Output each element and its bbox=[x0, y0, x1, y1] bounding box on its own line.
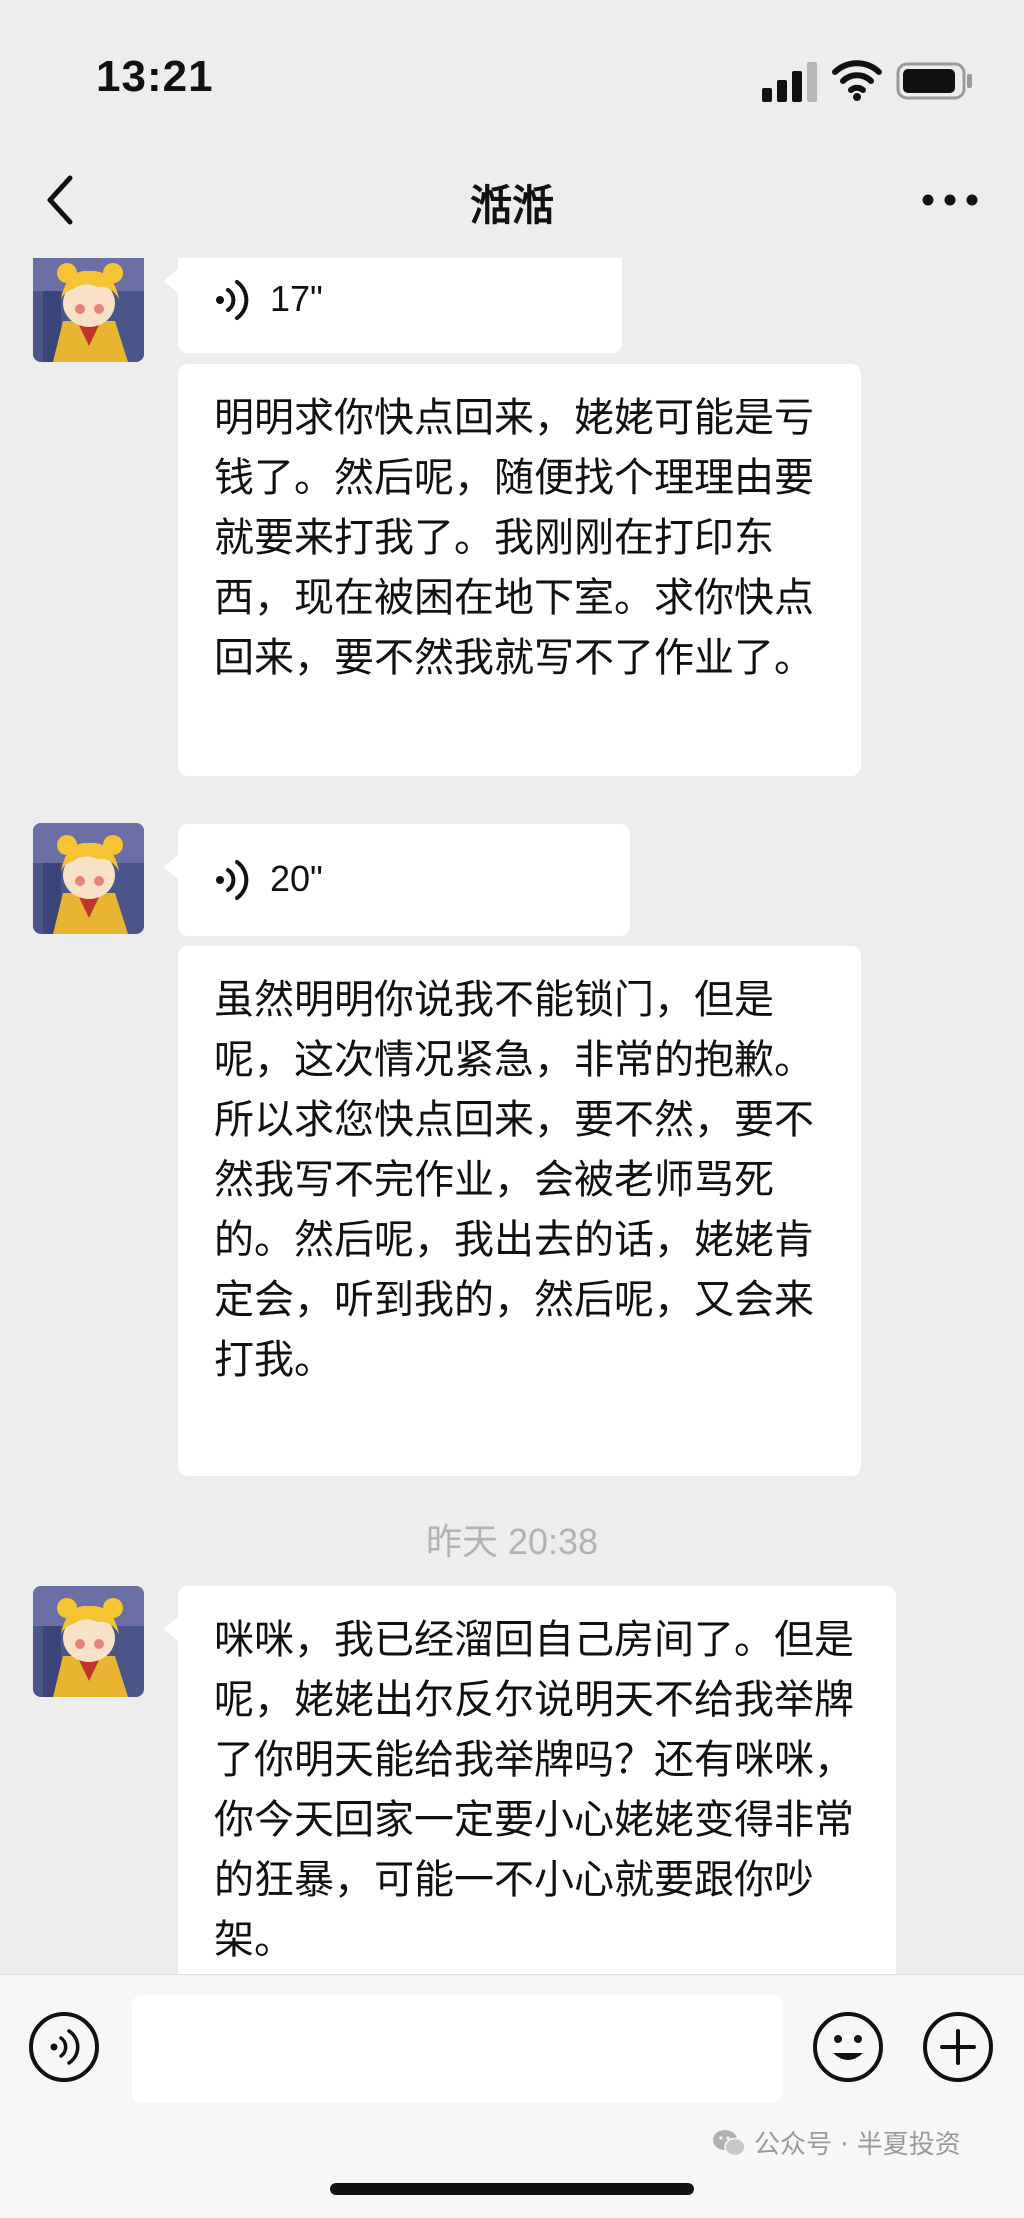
timestamp: 昨天 20:38 bbox=[425, 1521, 599, 1562]
text-message-bubble[interactable]: 虽然明明你说我不能锁门，但是呢，这次情况紧急，非常的抱歉。所以求您快点回来，要不… bbox=[178, 946, 861, 1476]
text-message-bubble[interactable]: 明明求你快点回来，姥姥可能是亏钱了。然后呢，随便找个理理由要就要来打我了。我刚刚… bbox=[178, 364, 861, 776]
nav-bar: 湉湉 bbox=[0, 150, 1024, 258]
voice-input-icon[interactable] bbox=[28, 2011, 100, 2083]
voice-wave-icon bbox=[216, 280, 249, 320]
voice-duration: 17" bbox=[270, 278, 323, 319]
home-indicator bbox=[330, 2183, 694, 2195]
chat-title: 湉湉 bbox=[469, 181, 554, 230]
message-text: 咪咪，我已经溜回自己房间了。但是呢，姥姥出尔反尔说明天不给我举牌了你明天能给我举… bbox=[214, 1617, 854, 1963]
voice-message-bubble[interactable]: 17" bbox=[164, 258, 622, 353]
cellular-signal-icon bbox=[762, 62, 817, 102]
avatar[interactable] bbox=[33, 258, 144, 362]
avatar[interactable] bbox=[33, 823, 144, 934]
status-bar: 13:21 bbox=[0, 0, 1024, 150]
battery-icon bbox=[896, 62, 972, 100]
avatar-image bbox=[33, 258, 144, 362]
plus-icon[interactable] bbox=[922, 2011, 994, 2083]
voice-wave-icon bbox=[216, 860, 249, 900]
voice-message-bubble[interactable]: 20" bbox=[164, 824, 630, 936]
wechat-icon bbox=[713, 2129, 746, 2156]
voice-duration: 20" bbox=[270, 858, 323, 899]
avatar-image bbox=[33, 1586, 144, 1697]
input-bar bbox=[0, 1974, 1024, 2218]
text-message-bubble[interactable]: 咪咪，我已经溜回自己房间了。但是呢，姥姥出尔反尔说明天不给我举牌了你明天能给我举… bbox=[164, 1586, 896, 1974]
status-time: 13:21 bbox=[96, 52, 214, 101]
wifi-icon bbox=[832, 60, 882, 101]
emoji-icon[interactable] bbox=[812, 2011, 884, 2083]
watermark-text: 公众号 · 半夏投资 bbox=[754, 2130, 961, 2160]
chat-messages: 17" 明明求你快点回来，姥姥可能是亏钱了。然后呢，随便找个理理由要就要来打我了… bbox=[0, 258, 1024, 1974]
avatar-image bbox=[33, 823, 144, 934]
message-input[interactable] bbox=[132, 1995, 782, 2103]
avatar[interactable] bbox=[33, 1586, 144, 1697]
message-text: 明明求你快点回来，姥姥可能是亏钱了。然后呢，随便找个理理由要就要来打我了。我刚刚… bbox=[214, 395, 814, 681]
more-dots-icon[interactable] bbox=[920, 172, 980, 228]
watermark: 公众号 · 半夏投资 bbox=[712, 2124, 961, 2161]
message-text: 虽然明明你说我不能锁门，但是呢，这次情况紧急，非常的抱歉。所以求您快点回来，要不… bbox=[214, 977, 814, 1383]
